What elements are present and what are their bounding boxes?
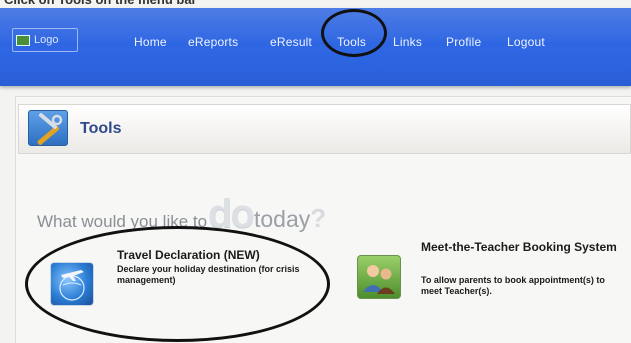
nav-profile[interactable]: Profile <box>446 35 481 49</box>
tools-icon <box>28 110 68 146</box>
nav-logout[interactable]: Logout <box>507 35 545 49</box>
nav-eresult[interactable]: eResult <box>270 35 312 49</box>
tagline-after: today <box>253 206 311 232</box>
highlight-ring-travel-declaration <box>25 226 330 342</box>
nav-home[interactable]: Home <box>134 35 167 49</box>
tagline-question-mark: ? <box>310 203 327 233</box>
card-title-meet-the-teacher[interactable]: Meet-the-Teacher Booking System <box>421 240 621 254</box>
logo-label: Logo <box>34 34 59 46</box>
nav-links[interactable]: Links <box>393 35 422 49</box>
section-title: Tools <box>80 120 122 137</box>
highlight-ring-tools <box>321 9 387 57</box>
card-desc-meet-the-teacher: To allow parents to book appointment(s) … <box>421 275 605 296</box>
people-icon[interactable] <box>357 255 401 299</box>
logo-image-icon <box>16 34 30 46</box>
nav-ereports[interactable]: eReports <box>188 35 238 49</box>
logo[interactable]: Logo <box>12 28 78 52</box>
top-navigation-bar: Logo Home eReports eResult Tools Links P… <box>0 8 631 86</box>
